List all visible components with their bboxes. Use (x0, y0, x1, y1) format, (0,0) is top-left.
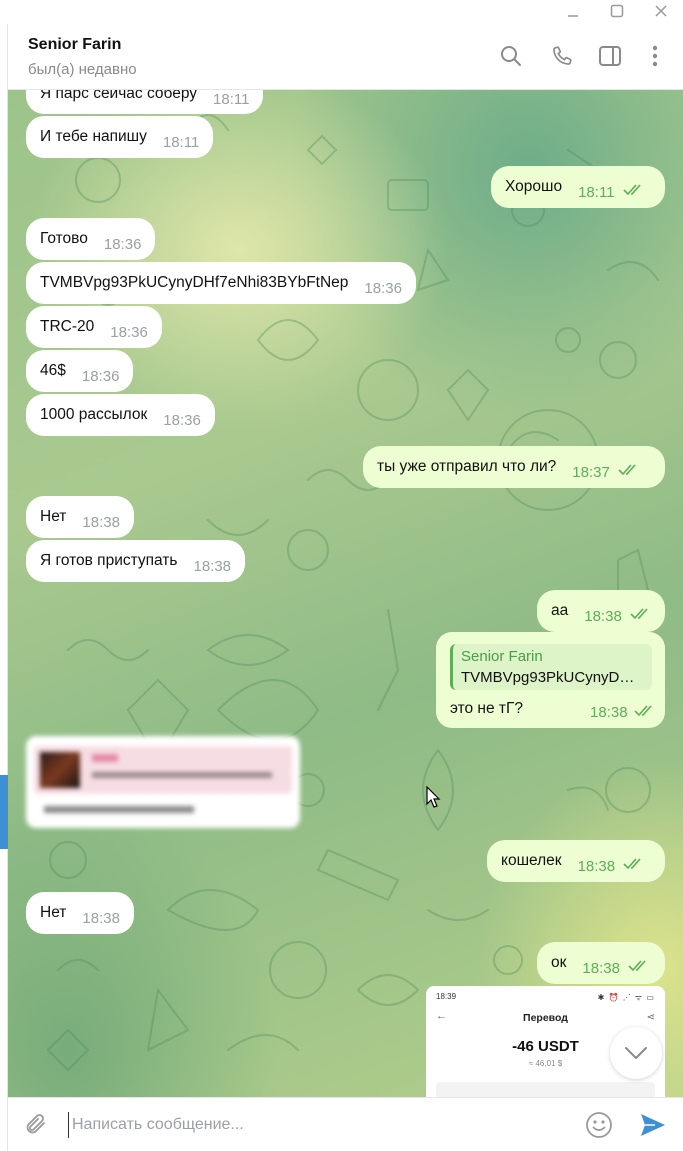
message-text: И тебе напишу (40, 128, 147, 145)
message-text: кошелек (501, 852, 562, 869)
read-checkmarks-icon (623, 857, 645, 875)
screenshot-status-icons: ✱ ⏰ ⋰ ᯤ ▭ (597, 993, 655, 1002)
message-in[interactable]: Я парс сейчас соберу 18:11 (26, 90, 264, 114)
message-time: 18:38 (582, 959, 620, 977)
blurred-title (92, 754, 118, 762)
reply-author: Senior Farin (461, 648, 543, 665)
message-out[interactable]: Хорошо 18:11 (491, 166, 665, 208)
emoji-icon[interactable] (584, 1110, 614, 1140)
message-time: 18:38 (82, 909, 120, 927)
message-in[interactable]: 1000 рассылок 18:36 (26, 394, 215, 436)
message-in[interactable]: TRC-20 18:36 (26, 306, 162, 348)
read-checkmarks-icon (618, 463, 640, 481)
message-in[interactable]: TVMBVpg93PkUCynyDHf7eNhi83BYbFtNep 18:36 (26, 262, 416, 304)
chat-header[interactable]: Senior Farin был(а) недавно (8, 24, 683, 90)
close-icon[interactable] (641, 0, 681, 22)
blurred-text (44, 806, 194, 813)
message-composer (8, 1097, 683, 1151)
attach-icon[interactable] (22, 1110, 52, 1140)
message-list[interactable]: Я парс сейчас соберу 18:11 И тебе напишу… (8, 90, 683, 1097)
message-text: TVMBVpg93PkUCynyDHf7eNhi83BYbFtNep (40, 274, 349, 291)
blurred-thumbnail (40, 752, 80, 788)
read-checkmarks-icon (630, 607, 652, 625)
message-time: 18:38 (193, 557, 232, 575)
message-text: Готово (40, 230, 88, 247)
scroll-to-bottom-button[interactable] (610, 1027, 662, 1079)
message-text: TRC-20 (40, 318, 95, 335)
screenshot-status-time: 18:39 (436, 992, 457, 1001)
sidebar-toggle-icon[interactable] (596, 42, 624, 70)
chat-list-edge (0, 24, 8, 1151)
message-time: 18:37 (572, 463, 610, 481)
message-out[interactable]: кошелек 18:38 (487, 840, 665, 882)
message-time: 18:38 (82, 513, 120, 531)
message-time: 18:36 (103, 235, 142, 253)
minimize-icon[interactable] (553, 0, 593, 22)
screenshot-title: Перевод (523, 1012, 568, 1024)
message-time: 18:11 (213, 90, 250, 108)
message-in[interactable]: 46$ 18:36 (26, 350, 134, 392)
message-time: 18:36 (163, 411, 201, 429)
message-time: 18:36 (110, 323, 148, 341)
maximize-icon[interactable] (597, 0, 637, 22)
send-icon[interactable] (638, 1110, 668, 1140)
mouse-cursor-icon (426, 786, 441, 808)
message-time: 18:38 (584, 607, 622, 625)
read-checkmarks-icon (634, 704, 656, 722)
blurred-message[interactable] (26, 736, 300, 828)
message-text: Я парс сейчас соберу (40, 90, 198, 102)
chat-status: был(а) недавно (28, 61, 137, 78)
chevron-down-icon (625, 1047, 647, 1059)
read-checkmarks-icon (628, 959, 650, 977)
more-vertical-icon[interactable] (641, 42, 669, 70)
message-text: ок (551, 954, 567, 971)
message-out[interactable]: ок 18:38 (537, 942, 665, 984)
message-time: 18:11 (162, 133, 200, 151)
chat-title[interactable]: Senior Farin (28, 36, 121, 54)
blurred-link (92, 772, 272, 778)
message-text: Я готов приступать (40, 552, 178, 569)
phone-icon[interactable] (548, 42, 576, 70)
message-text: это не тГ? (450, 700, 524, 717)
screenshot-share-icon: ⋖ (646, 1012, 655, 1023)
message-text: 46$ (40, 362, 66, 379)
message-time: 18:38 (590, 704, 628, 721)
window-titlebar (0, 0, 683, 24)
message-time: 18:11 (578, 183, 615, 201)
message-time: 18:36 (364, 279, 402, 297)
message-in[interactable]: Я готов приступать 18:38 (26, 540, 246, 582)
message-text: Хорошо (505, 178, 563, 195)
message-in[interactable]: Готово 18:36 (26, 218, 156, 260)
search-icon[interactable] (497, 42, 525, 70)
screenshot-details-row (436, 1082, 655, 1097)
active-chat-indicator (0, 775, 8, 849)
message-text: ты уже отправил что ли? (377, 458, 557, 475)
message-time: 18:36 (81, 367, 120, 385)
message-text: 1000 рассылок (40, 406, 148, 423)
reply-quote-text: TVMBVpg93PkUCynyD… (461, 669, 635, 686)
message-text: Нет (40, 904, 67, 921)
message-input[interactable] (68, 1112, 568, 1138)
message-out-reply[interactable]: Senior Farin TVMBVpg93PkUCynyD… это не т… (436, 632, 665, 728)
message-time: 18:38 (577, 857, 616, 875)
message-in[interactable]: Нет 18:38 (26, 496, 134, 538)
message-out[interactable]: ты уже отправил что ли? 18:37 (363, 446, 665, 488)
message-in[interactable]: И тебе напишу 18:11 (26, 116, 214, 158)
read-checkmarks-icon (622, 183, 645, 201)
message-out[interactable]: аа 18:38 (537, 590, 665, 632)
reply-quote[interactable]: Senior Farin TVMBVpg93PkUCynyD… (450, 644, 652, 690)
message-in[interactable]: Нет 18:38 (26, 892, 134, 934)
message-text: аа (551, 602, 569, 619)
message-text: Нет (40, 508, 67, 525)
